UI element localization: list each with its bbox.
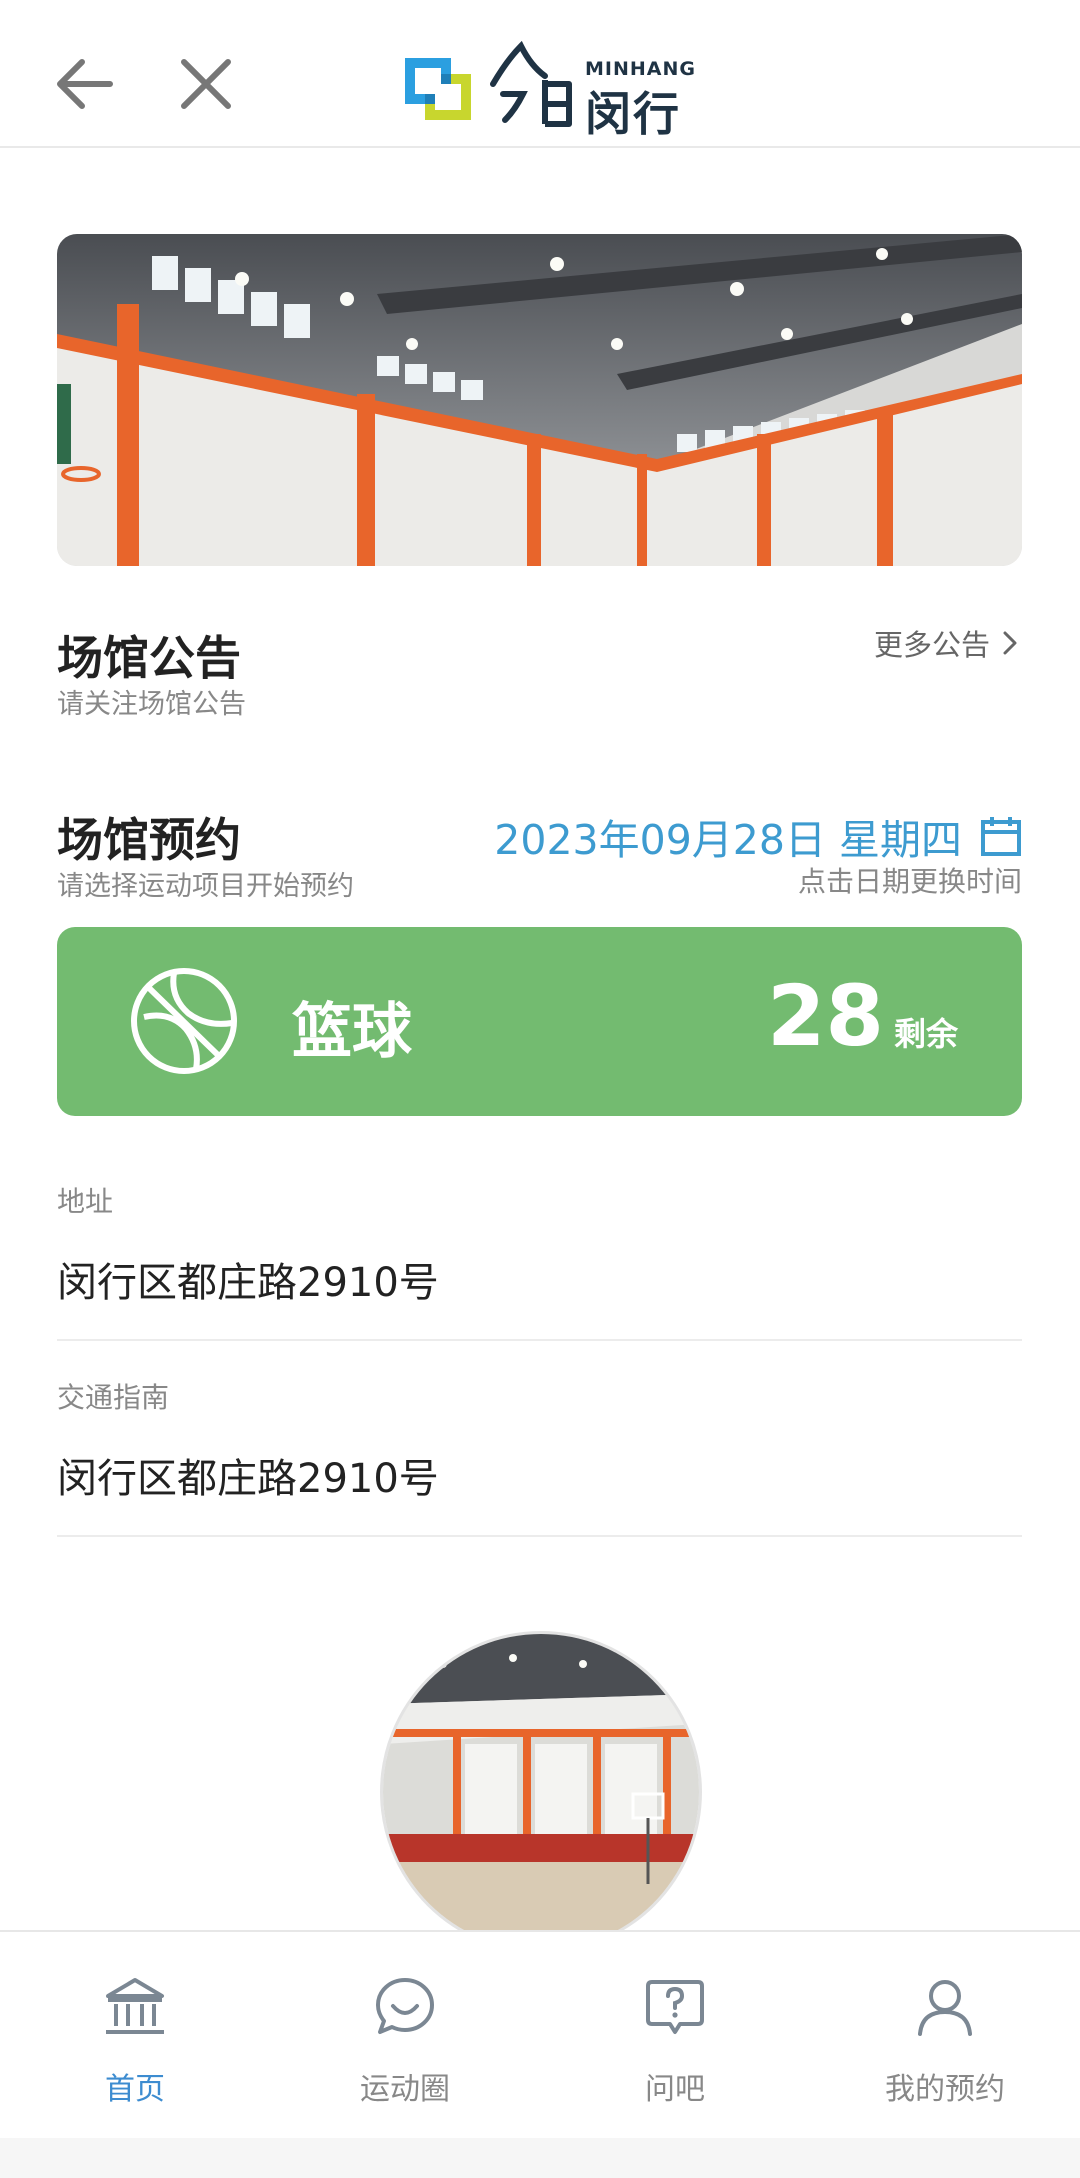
logo-subtitle: MINHANG xyxy=(585,58,696,80)
venue-banner-image xyxy=(57,234,1022,566)
remaining-count: 28 xyxy=(767,967,884,1065)
minhang-logo: MINHANG 闵行 xyxy=(403,38,695,141)
tab-label: 首页 xyxy=(105,2072,165,2107)
tab-label: 运动圈 xyxy=(360,2072,450,2107)
tab-label: 我的预约 xyxy=(885,2072,1005,2107)
top-bar: MINHANG 闵行 xyxy=(0,0,1080,148)
announcement-title: 场馆公告 xyxy=(57,631,241,685)
chevron-right-icon xyxy=(1003,631,1017,655)
divider xyxy=(57,1339,1022,1341)
selected-date: 2023年09月28日 星期四 xyxy=(494,816,962,864)
calendar-icon xyxy=(981,817,1021,856)
bank-icon xyxy=(106,1978,164,2034)
more-announcements-label: 更多公告 xyxy=(873,628,990,662)
announcement-subtitle: 请关注场馆公告 xyxy=(57,689,246,720)
address-value: 闵行区都庄路2910号 xyxy=(57,1260,439,1306)
address-label: 地址 xyxy=(57,1185,114,1218)
back-arrow-icon[interactable] xyxy=(52,52,116,116)
transport-value: 闵行区都庄路2910号 xyxy=(57,1456,439,1502)
logo-mark-icon xyxy=(405,58,471,120)
logo-title: 闵行 xyxy=(585,87,681,141)
venue-circle-image xyxy=(380,1631,702,1953)
sport-name: 篮球 xyxy=(292,997,412,1067)
remaining-label: 剩余 xyxy=(894,1015,959,1053)
user-icon xyxy=(918,1980,972,2036)
logo-script-icon xyxy=(490,40,572,127)
tab-label: 问吧 xyxy=(645,2072,705,2107)
divider xyxy=(57,1535,1022,1537)
tab-my-bookings[interactable]: 我的预约 xyxy=(810,1932,1080,2140)
tab-sports-circle[interactable]: 运动圈 xyxy=(270,1932,540,2140)
more-announcements-link[interactable]: 更多公告 xyxy=(874,622,1018,664)
home-indicator-area xyxy=(0,2138,1080,2178)
tab-home[interactable]: 首页 xyxy=(0,1932,270,2140)
bottom-tab-bar: 首页 运动圈 问吧 我的预约 xyxy=(0,1930,1080,2140)
date-hint: 点击日期更换时间 xyxy=(797,865,1022,898)
sport-card-basketball[interactable]: 篮球 28 剩余 xyxy=(57,927,1022,1116)
chat-bubble-icon xyxy=(376,1978,434,2034)
close-icon[interactable] xyxy=(176,54,236,114)
booking-title: 场馆预约 xyxy=(57,813,241,867)
transport-label: 交通指南 xyxy=(57,1381,170,1414)
basketball-icon xyxy=(131,968,237,1074)
tab-ask[interactable]: 问吧 xyxy=(540,1932,810,2140)
date-selector[interactable]: 2023年09月28日 星期四 xyxy=(494,806,1022,866)
booking-subtitle: 请选择运动项目开始预约 xyxy=(57,871,354,902)
question-icon xyxy=(646,1980,704,2034)
